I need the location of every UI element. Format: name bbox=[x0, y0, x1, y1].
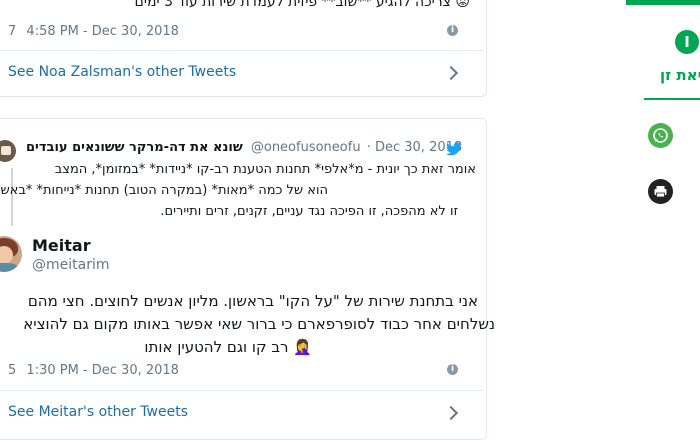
info-circle-icon[interactable]: I bbox=[675, 30, 699, 54]
angry-emoji-icon: 😡 bbox=[455, 0, 470, 10]
see-other-tweets-link[interactable]: See Noa Zalsman's other Tweets bbox=[8, 64, 236, 80]
tweet-line-1: אני בתחנת שירות של "על הקו" בראשון. מליו… bbox=[27, 292, 478, 310]
twitter-bird-icon[interactable] bbox=[446, 141, 462, 160]
sidebar-top-bar bbox=[626, 0, 700, 5]
whatsapp-icon[interactable] bbox=[648, 123, 673, 148]
tweet-timestamp[interactable]: 1:30 PM - Dec 30, 2018 bbox=[26, 363, 179, 378]
info-icon[interactable]: i bbox=[447, 364, 458, 375]
divider bbox=[0, 50, 484, 51]
sidebar-label[interactable]: יאת זן bbox=[660, 66, 700, 84]
quoted-line-1: אומר זאת כך יונית - מ*אלפי* תחנות הטענת … bbox=[54, 162, 476, 177]
see-other-tweets-link[interactable]: See Meitar's other Tweets bbox=[8, 404, 188, 420]
quoted-author-name[interactable]: שונא את דה-מרקר ששונאים עובדים bbox=[26, 140, 243, 155]
like-count[interactable]: 5 bbox=[8, 363, 16, 378]
divider bbox=[0, 390, 484, 391]
tweet-meta: 7 4:58 PM - Dec 30, 2018 bbox=[8, 24, 179, 39]
author-name[interactable]: Meitar bbox=[32, 236, 91, 255]
tweet-line-2: נשלחים אחר כבוד לסופרפארם כי ברור שאי אפ… bbox=[23, 315, 495, 333]
quoted-header: שונא את דה-מרקר ששונאים עובדים @oneofuso… bbox=[26, 140, 462, 155]
tweet-timestamp[interactable]: 4:58 PM - Dec 30, 2018 bbox=[26, 24, 179, 39]
tweet-line-3: 🤦‍♀️ רב קו וגם להטעין אותו bbox=[144, 338, 312, 356]
tweet-card-noa bbox=[0, 0, 487, 97]
quoted-line-3: זו לא מהפכה, זו הפיכה נגד עניים, זקנים, … bbox=[160, 204, 458, 219]
tweet-text-line: 😡 צריכה להגיע **שוב** פיזית לעמדת שירות … bbox=[135, 0, 470, 10]
sidebar-underline bbox=[644, 98, 700, 100]
like-count[interactable]: 7 bbox=[8, 24, 16, 39]
facepalm-emoji-icon: 🤦‍♀️ bbox=[293, 338, 312, 356]
print-icon[interactable] bbox=[648, 179, 673, 204]
quoted-author-handle[interactable]: @oneofusoneofu bbox=[251, 140, 361, 155]
info-icon[interactable]: i bbox=[447, 25, 458, 36]
tweet-meta: 5 1:30 PM - Dec 30, 2018 bbox=[8, 363, 179, 378]
quoted-line-2: הוא של כמה *מאות* (במקרה הטוב) תחנות *ני… bbox=[0, 183, 328, 198]
author-handle[interactable]: @meitarim bbox=[32, 257, 110, 273]
